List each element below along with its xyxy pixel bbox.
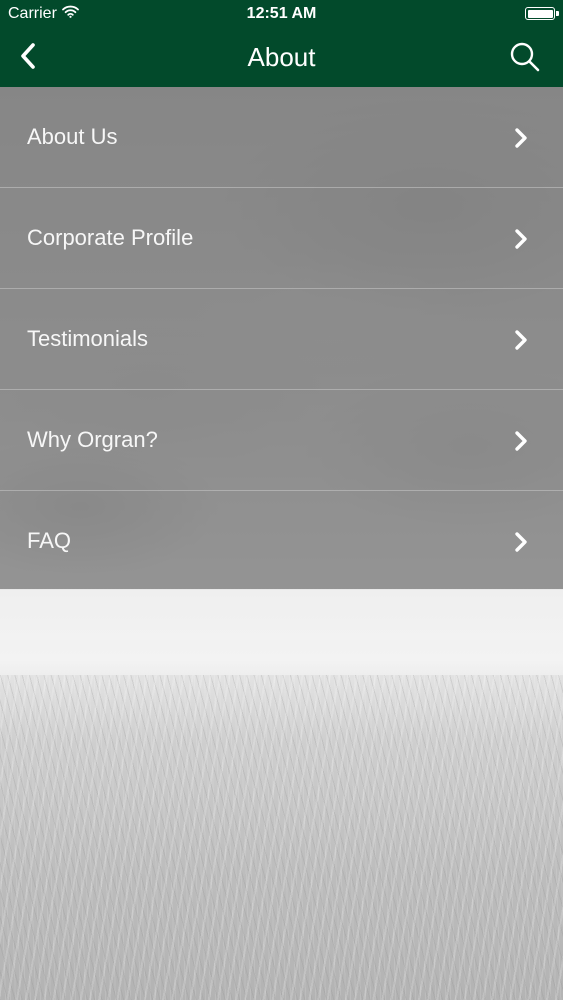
- menu-item-label: FAQ: [27, 528, 72, 553]
- menu-item-label: Testimonials: [27, 326, 149, 351]
- menu-item-label: Why Orgran?: [27, 427, 158, 452]
- battery-icon: [525, 7, 559, 20]
- status-time: 12:51 AM: [246, 5, 317, 22]
- navigation-bar: About: [0, 28, 563, 87]
- search-button[interactable]: [505, 40, 545, 78]
- battery-level-fill: [527, 9, 553, 18]
- status-bar: Carrier 12:51 AM: [0, 0, 563, 28]
- about-menu-list: About Us Corporate Profile Testimonials …: [0, 87, 563, 589]
- background-field-image: [0, 675, 563, 1000]
- app-screen: Carrier 12:51 AM About About Us Corporat…: [0, 0, 563, 1000]
- menu-item-about-us[interactable]: About Us: [0, 87, 563, 188]
- chevron-right-icon: [513, 127, 529, 149]
- menu-item-testimonials[interactable]: Testimonials: [0, 289, 563, 390]
- page-title: About: [247, 42, 316, 72]
- chevron-right-icon: [513, 228, 529, 250]
- menu-item-faq[interactable]: FAQ: [0, 491, 563, 591]
- chevron-right-icon: [513, 531, 529, 553]
- menu-item-label: About Us: [27, 124, 118, 149]
- battery-tip: [556, 11, 559, 16]
- menu-item-corporate-profile[interactable]: Corporate Profile: [0, 188, 563, 289]
- search-icon: [509, 41, 541, 78]
- chevron-right-icon: [513, 329, 529, 351]
- menu-item-label: Corporate Profile: [27, 225, 194, 250]
- menu-item-why-orgran[interactable]: Why Orgran?: [0, 390, 563, 491]
- chevron-right-icon: [513, 430, 529, 452]
